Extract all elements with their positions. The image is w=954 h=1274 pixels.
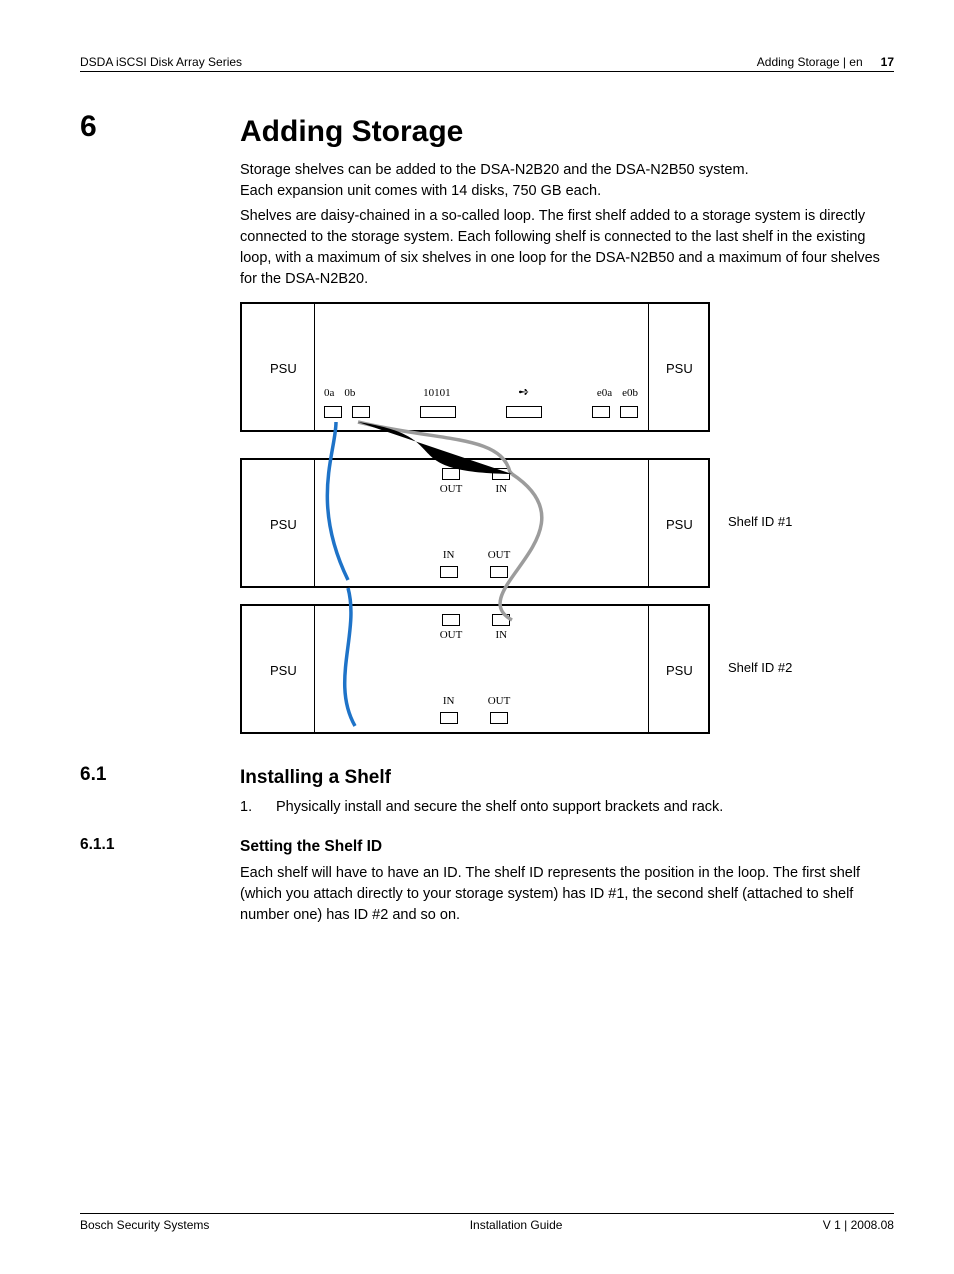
page-number: 17 [881, 55, 894, 69]
port-label: 10101 [423, 386, 451, 402]
port-label: IN [495, 628, 507, 644]
list-number: 1. [240, 797, 260, 818]
subsubsection-title: Setting the Shelf ID [240, 836, 894, 858]
paragraph: Each shelf will have to have an ID. The … [240, 863, 894, 926]
port-label: OUT [440, 482, 463, 498]
port-label: OUT [488, 548, 511, 564]
port-label: OUT [488, 694, 511, 710]
page: DSDA iSCSI Disk Array Series Adding Stor… [0, 0, 954, 1274]
header-rule [80, 71, 894, 72]
psu-label: PSU [270, 662, 297, 681]
section-title: Adding Storage [240, 110, 894, 154]
psu-label: PSU [666, 360, 693, 379]
diagram-shelf-2: PSU PSU OUT IN IN OUT [240, 604, 710, 734]
psu-label: PSU [666, 662, 693, 681]
subsection-number: 6.1 [80, 764, 240, 837]
header-left: DSDA iSCSI Disk Array Series [80, 55, 242, 69]
footer-rule [80, 1213, 894, 1214]
paragraph: Storage shelves can be added to the DSA-… [240, 160, 894, 181]
diagram-head-unit: PSU PSU 0a 0b 10101 ➺ [240, 302, 710, 432]
connection-diagram: PSU PSU 0a 0b 10101 ➺ [240, 302, 894, 734]
content: 6 Adding Storage Storage shelves can be … [80, 110, 894, 926]
diagram-shelf-1: PSU PSU OUT IN IN OUT [240, 458, 710, 588]
psu-label: PSU [270, 516, 297, 535]
paragraph: Each expansion unit comes with 14 disks,… [240, 181, 894, 202]
psu-label: PSU [270, 360, 297, 379]
running-header: DSDA iSCSI Disk Array Series Adding Stor… [80, 55, 894, 71]
port-label: IN [495, 482, 507, 498]
subsection-title: Installing a Shelf [240, 764, 894, 792]
footer-center: Installation Guide [470, 1218, 563, 1232]
port-label: 0b [344, 386, 355, 402]
section-number: 6 [80, 110, 240, 764]
port-label: IN [443, 694, 455, 710]
shelf-id-label: Shelf ID #1 [728, 513, 792, 532]
header-right-text: Adding Storage | en [757, 55, 863, 69]
wrench-icon: ➺ [518, 383, 529, 402]
running-footer: Bosch Security Systems Installation Guid… [80, 1213, 894, 1232]
shelf-id-label: Shelf ID #2 [728, 659, 792, 678]
port-label: e0b [622, 386, 638, 402]
subsubsection-number: 6.1.1 [80, 836, 240, 926]
port-label: e0a [597, 386, 612, 402]
psu-label: PSU [666, 516, 693, 535]
port-label: OUT [440, 628, 463, 644]
port-label: IN [443, 548, 455, 564]
footer-right: V 1 | 2008.08 [823, 1218, 894, 1232]
port-label: 0a [324, 386, 334, 402]
list-text: Physically install and secure the shelf … [276, 797, 723, 818]
footer-left: Bosch Security Systems [80, 1218, 209, 1232]
paragraph: Shelves are daisy-chained in a so-called… [240, 206, 894, 290]
